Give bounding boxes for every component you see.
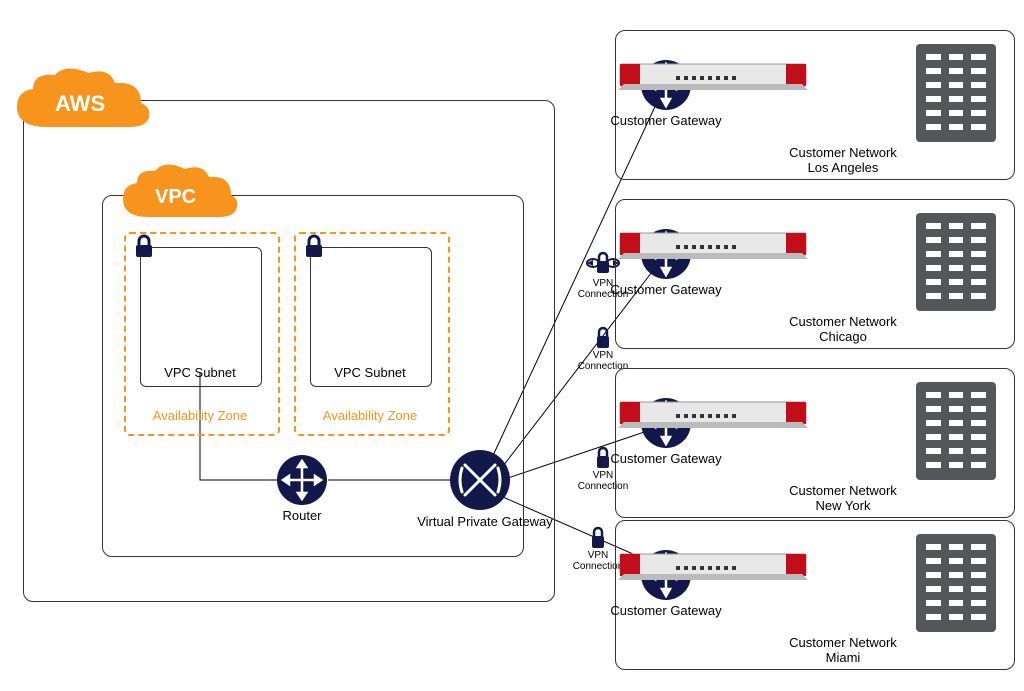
router-label: Router [272, 508, 332, 523]
server-rack-icon [916, 382, 996, 480]
firewall-appliance-icon [618, 398, 808, 430]
server-rack-icon [916, 44, 996, 142]
customer-network-2-label: Customer Network Chicago [778, 314, 908, 344]
aws-cloud-icon: AWS [9, 67, 159, 147]
vpc-cloud-label: VPC [155, 186, 196, 208]
availability-zone-1-label: Availability Zone [140, 408, 260, 423]
vpc-subnet-2-label: VPC Subnet [318, 365, 422, 380]
vpg-label: Virtual Private Gateway [415, 514, 555, 529]
lock-icon [300, 232, 328, 260]
aws-cloud-label: AWS [55, 91, 105, 116]
firewall-appliance-icon [618, 550, 808, 582]
customer-network-4-label: Customer Network Miami [778, 635, 908, 665]
customer-network-3-label: Customer Network New York [778, 483, 908, 513]
router-icon [277, 455, 327, 505]
lock-icon [130, 232, 158, 260]
firewall-appliance-icon [618, 229, 808, 261]
customer-gateway-4-label: Customer Gateway [606, 603, 726, 618]
server-rack-icon [916, 534, 996, 632]
vpc-cloud-icon: VPC [115, 163, 245, 233]
customer-gateway-3-label: Customer Gateway [606, 451, 726, 466]
vpg-icon [450, 450, 510, 510]
server-rack-icon [916, 213, 996, 311]
availability-zone-2-label: Availability Zone [310, 408, 430, 423]
firewall-appliance-icon [618, 60, 808, 92]
customer-network-1-label: Customer Network Los Angeles [778, 145, 908, 175]
vpc-subnet-1-label: VPC Subnet [148, 365, 252, 380]
customer-gateway-2-label: Customer Gateway [606, 282, 726, 297]
customer-gateway-1-label: Customer Gateway [606, 113, 726, 128]
